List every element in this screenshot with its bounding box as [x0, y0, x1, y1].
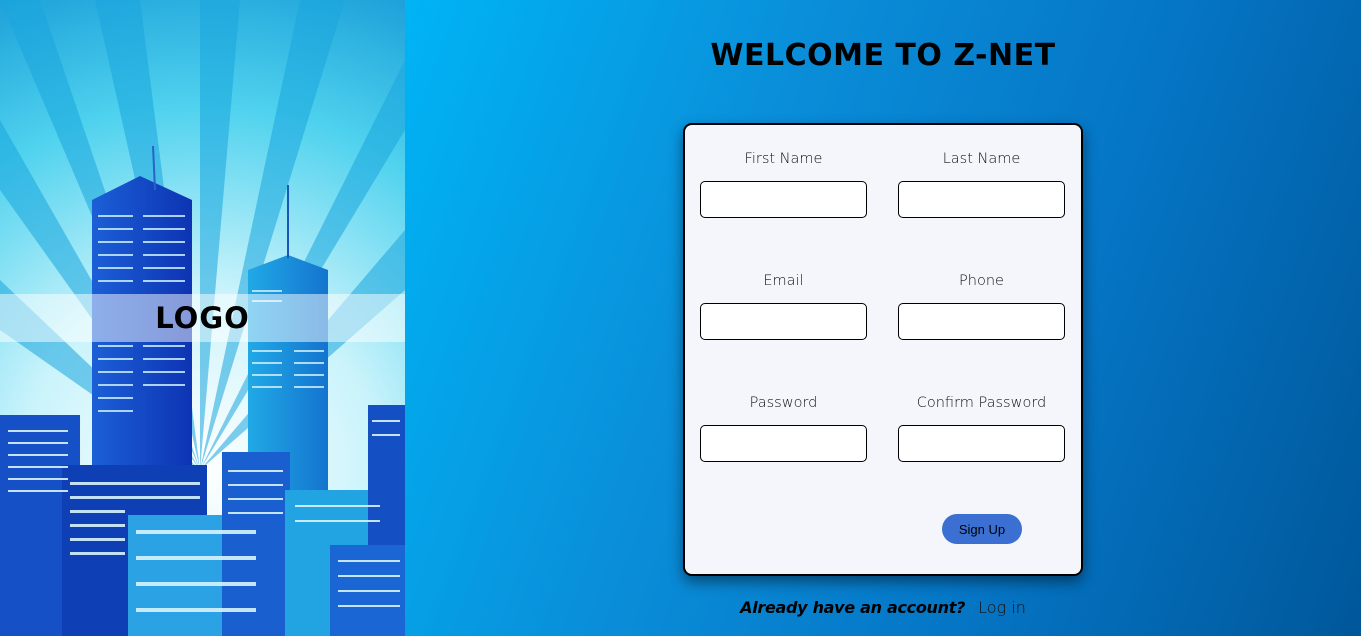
login-prompt: Already have an account? Log in	[405, 598, 1361, 617]
sign-up-button[interactable]: Sign Up	[942, 514, 1022, 544]
email-input[interactable]	[700, 303, 867, 340]
hero-illustration: LOGO	[0, 0, 405, 636]
password-label: Password	[749, 395, 818, 411]
signup-form: First Name Last Name Email Phone Passwor…	[683, 123, 1083, 576]
phone-label: Phone	[959, 273, 1004, 289]
first-name-input[interactable]	[700, 181, 867, 218]
confirm-password-input[interactable]	[898, 425, 1065, 462]
phone-input[interactable]	[898, 303, 1065, 340]
last-name-input[interactable]	[898, 181, 1065, 218]
page-title: WELCOME TO Z-NET	[710, 38, 1056, 73]
signup-area: WELCOME TO Z-NET First Name Last Name Em…	[405, 0, 1361, 636]
logo: LOGO	[155, 301, 250, 335]
first-name-label: First Name	[744, 151, 823, 167]
login-question: Already have an account?	[740, 598, 966, 617]
email-label: Email	[763, 273, 804, 289]
login-link[interactable]: Log in	[978, 598, 1026, 617]
password-input[interactable]	[700, 425, 867, 462]
last-name-label: Last Name	[942, 151, 1021, 167]
confirm-password-label: Confirm Password	[916, 395, 1047, 411]
